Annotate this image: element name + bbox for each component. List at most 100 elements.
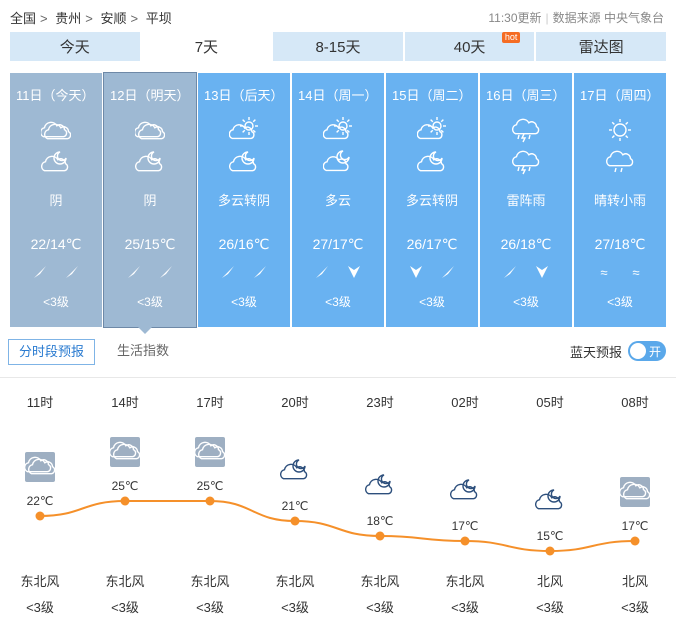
day-date: 12日（明天） <box>110 88 190 103</box>
cloudy-night-icon <box>279 457 310 487</box>
hot-badge: hot <box>501 32 521 43</box>
hour-wind-direction: 东北风 <box>445 574 485 589</box>
blue-sky-label: 蓝天预报 <box>569 344 622 360</box>
seven-day-forecast: 11日（今天） 阴 22/14℃ <3级 12日（明天） 阴 25/15℃ <3… <box>10 72 666 328</box>
hourly-forecast: 11时 东北风 <3级 22℃ 14时 东北风 <3级 25℃ 17时 东北风 <3… <box>0 378 676 637</box>
hour-temperature: 25℃ <box>111 479 139 493</box>
selected-day-pointer <box>138 327 152 334</box>
breadcrumb-province[interactable]: 贵州 <box>55 11 81 26</box>
hour-wind-direction: 东北风 <box>20 574 60 589</box>
wind-direction-icon <box>535 265 549 282</box>
hour-temperature: 18℃ <box>366 514 394 528</box>
partly-cloudy-day-icon <box>416 117 447 143</box>
temperature-point <box>35 511 45 521</box>
temperature-range: 25/15℃ <box>124 236 176 252</box>
temperature-range: 27/17℃ <box>312 236 364 252</box>
wind-directions <box>10 265 102 282</box>
day-card[interactable]: 11日（今天） 阴 22/14℃ <3级 <box>10 73 102 327</box>
partly-cloudy-day-icon <box>228 117 259 143</box>
sub-tabs: 分时段预报 生活指数 <box>8 339 179 365</box>
breadcrumb: 全国 > 贵州 > 安顺 > 平坝 <box>10 8 176 27</box>
day-date: 17日（周四） <box>580 88 660 103</box>
update-info: 11:30更新 | 数据来源 中央气象台 <box>488 9 664 26</box>
wind-direction-icon <box>409 265 423 282</box>
top-bar: 全国 > 贵州 > 安顺 > 平坝 11:30更新 | 数据来源 中央气象台 <box>0 0 676 32</box>
wind-direction-icon <box>315 265 329 282</box>
wind-direction-icon <box>33 265 47 282</box>
wind-direction-icon <box>159 265 173 282</box>
cloudy-night-icon <box>534 487 565 517</box>
day-card[interactable]: 16日（周三） 雷阵雨 26/18℃ <3级 <box>480 73 572 327</box>
day-card[interactable]: 15日（周二） 多云转阴 26/17℃ <3级 <box>386 73 478 327</box>
wind-direction-icon <box>441 265 455 282</box>
temperature-range: 26/18℃ <box>500 236 552 252</box>
light-rain-icon <box>605 149 635 175</box>
wind-direction-icon <box>221 265 235 282</box>
tab-label: 今天 <box>59 39 90 56</box>
hour-temperature: 17℃ <box>621 519 649 533</box>
tab-8-15-days[interactable]: 8-15天 <box>273 32 403 61</box>
tab-radar[interactable]: 雷达图 <box>536 32 666 61</box>
tab-hourly-forecast[interactable]: 分时段预报 <box>8 339 96 365</box>
temperature-range: 27/18℃ <box>594 236 646 252</box>
blue-sky-toggle[interactable]: 开 <box>628 341 666 361</box>
wind-directions <box>198 265 290 282</box>
hour-wind-direction: 东北风 <box>275 574 315 589</box>
wind-direction-icon <box>503 265 517 282</box>
weather-description: 多云转阴 <box>217 193 270 208</box>
breadcrumb-separator: > <box>85 11 93 26</box>
tab-life-index[interactable]: 生活指数 <box>107 339 179 365</box>
day-card[interactable]: 17日（周四） 晴转小雨 27/18℃ ≈ ≈ <3级 <box>574 73 666 327</box>
hour-label: 23时 <box>366 395 394 410</box>
weather-description: 阴 <box>143 193 157 208</box>
wind-directions <box>386 265 478 282</box>
hour-label: 02时 <box>451 395 479 410</box>
overcast-cloud-icon <box>193 437 226 467</box>
hour-wind-direction: 东北风 <box>360 574 400 589</box>
thunderstorm-icon <box>511 149 541 175</box>
day-card[interactable]: 14日（周一） 多云 27/17℃ <3级 <box>292 73 384 327</box>
temperature-range: 26/16℃ <box>218 236 270 252</box>
hour-label: 20时 <box>281 395 309 410</box>
hour-label: 11时 <box>26 395 54 410</box>
forecast-tabs: 今天 7天 8-15天 40天 hot 雷达图 <box>10 32 666 61</box>
breadcrumb-separator: > <box>130 11 139 26</box>
overcast-cloud-icon <box>23 452 56 482</box>
hour-label: 05时 <box>536 395 564 410</box>
weather-description: 雷阵雨 <box>506 193 546 208</box>
day-card[interactable]: 13日（后天） 多云转阴 26/16℃ <3级 <box>198 73 290 327</box>
tab-today[interactable]: 今天 <box>10 32 140 61</box>
hour-temperature: 15℃ <box>536 529 564 543</box>
overcast-cloud-icon <box>108 437 141 467</box>
hour-wind-level: <3级 <box>451 600 479 615</box>
temperature-range: 22/14℃ <box>30 236 82 252</box>
wind-direction-icon: ≈ <box>632 265 640 280</box>
data-source: 数据来源 中央气象台 <box>552 11 664 25</box>
wind-direction-icon <box>347 265 361 282</box>
hour-label: 14时 <box>111 395 139 410</box>
day-card[interactable]: 12日（明天） 阴 25/15℃ <3级 <box>103 72 197 328</box>
wind-direction-icon <box>127 265 141 282</box>
hour-wind-level: <3级 <box>366 600 394 615</box>
temperature-point <box>290 516 300 526</box>
sun-icon <box>605 117 635 143</box>
hour-temperature: 22℃ <box>26 494 54 508</box>
cloudy-night-icon <box>228 149 259 175</box>
wind-direction-icon: ≈ <box>600 265 608 280</box>
breadcrumb-separator: > <box>40 11 48 26</box>
breadcrumb-country[interactable]: 全国 <box>10 11 36 26</box>
day-date: 14日（周一） <box>298 88 378 103</box>
tab-7-days[interactable]: 7天 <box>141 32 272 61</box>
tab-40-days[interactable]: 40天 hot <box>404 32 535 61</box>
hour-wind-level: <3级 <box>621 600 649 615</box>
wind-level: <3级 <box>137 295 163 309</box>
hour-wind-direction: 北风 <box>536 574 563 589</box>
tab-label: 40天 <box>453 39 486 56</box>
temperature-point <box>205 496 215 506</box>
divider-bar: | <box>545 11 549 25</box>
toggle-text: 开 <box>648 345 661 359</box>
wind-level: <3级 <box>607 295 633 309</box>
hour-label: 17时 <box>196 395 224 410</box>
wind-level: <3级 <box>231 295 257 309</box>
breadcrumb-city[interactable]: 安顺 <box>100 11 126 26</box>
